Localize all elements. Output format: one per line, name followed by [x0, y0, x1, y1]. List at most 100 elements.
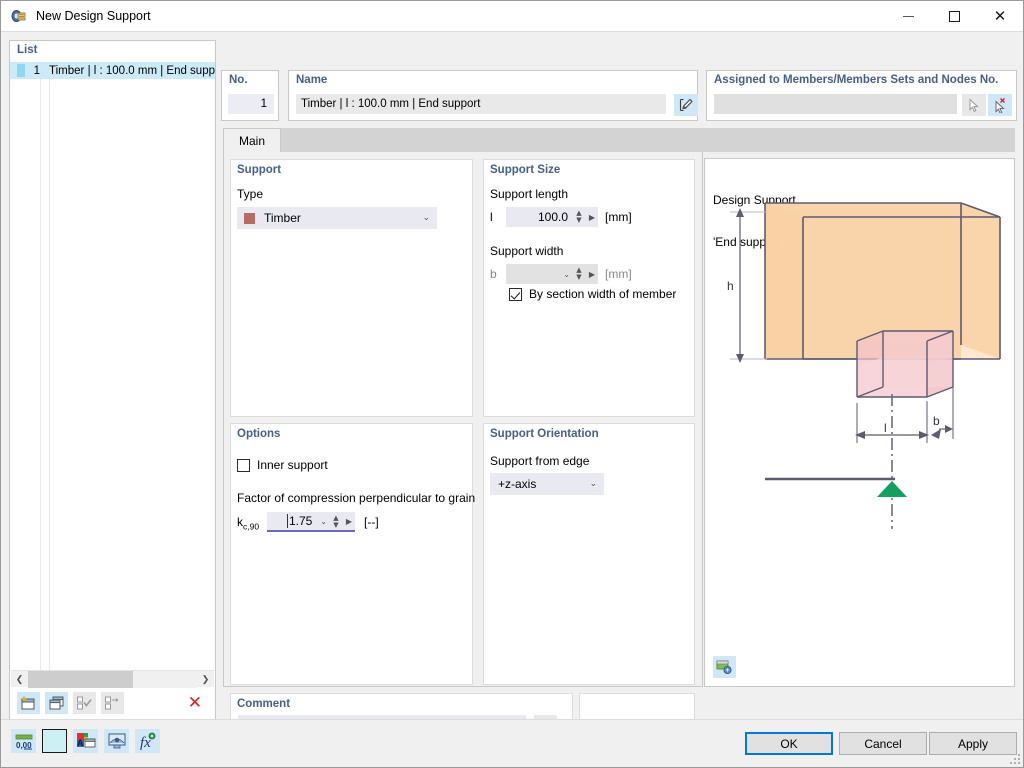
maximize-button[interactable] [931, 1, 977, 32]
window-title: New Design Support [36, 9, 151, 23]
options-caption: Options [237, 428, 281, 440]
spinner-icon[interactable]: ▲ ▼ [331, 514, 341, 530]
type-combobox[interactable]: Timber ⌄ [237, 207, 437, 229]
new-item-button[interactable] [17, 692, 40, 714]
chevron-down-icon: ⌄ [589, 479, 597, 489]
support-length-input[interactable]: 100.0 ▲ ▼ ▶ [506, 207, 598, 227]
chevron-down-icon: ⌄ [563, 269, 570, 279]
list-item-label: Timber | l : 100.0 mm | End supp [49, 64, 215, 77]
list-item-number: 1 [33, 64, 41, 77]
color-swatch-button[interactable] [42, 729, 67, 753]
support-length-unit: [mm] [605, 210, 632, 224]
name-input[interactable]: Timber | l : 100.0 mm | End support [296, 94, 666, 114]
support-length-label: Support length [490, 187, 569, 201]
apply-button[interactable]: Apply [929, 732, 1017, 755]
spinner-icon[interactable]: ▲ ▼ [574, 209, 584, 225]
scroll-left-icon[interactable]: ❮ [11, 670, 28, 688]
options-group: Options Inner support Factor of compress… [230, 423, 476, 685]
support-diagram: h l b [727, 202, 1001, 529]
list-toolbar: ✕ [10, 687, 215, 719]
b-label: b [933, 414, 940, 428]
support-size-caption: Support Size [490, 164, 561, 176]
tab-main[interactable]: Main [223, 128, 282, 152]
support-width-input: ⌄ ▲ ▼ ▶ [506, 264, 598, 284]
inner-support-label: Inner support [257, 458, 328, 472]
factor-value: 1.75 [287, 514, 313, 528]
h-label: h [727, 279, 734, 293]
scroll-right-icon[interactable]: ❯ [197, 670, 214, 688]
number-caption: No. [229, 74, 248, 86]
select-all-button [73, 692, 96, 714]
type-label: Type [237, 187, 264, 201]
by-section-width-label: By section width of member [529, 287, 677, 301]
inner-support-checkbox-row[interactable]: Inner support [237, 458, 328, 472]
by-section-width-checkbox-row[interactable]: By section width of member [509, 287, 676, 301]
support-length-symbol: l [490, 210, 493, 224]
minimize-button[interactable] [885, 1, 931, 32]
preview-panel: Design Support 'End support' h l b [704, 158, 1015, 687]
name-box: Name Timber | l : 100.0 mm | End support [288, 70, 698, 121]
l-label: l [884, 421, 887, 435]
list-body[interactable]: 1 Timber | l : 100.0 mm | End supp [10, 62, 215, 670]
ok-button[interactable]: OK [745, 732, 833, 755]
cancel-button[interactable]: Cancel [839, 732, 927, 755]
chevron-down-icon: ⌄ [422, 213, 430, 223]
inner-support-checkbox[interactable] [237, 458, 250, 472]
factor-symbol: kc,90 [237, 515, 260, 532]
name-caption: Name [296, 74, 328, 86]
support-width-unit: [mm] [605, 267, 632, 281]
support-orientation-caption: Support Orientation [490, 428, 599, 440]
bottom-toolbar: 0,00 A fx [11, 729, 160, 753]
resize-grip[interactable] [1010, 754, 1020, 764]
support-symbol [877, 481, 907, 497]
dialog-body: List 1 Timber | l : 100.0 mm | End supp … [1, 32, 1023, 767]
list-header: List [10, 41, 215, 62]
spinner-icon: ▲ ▼ [576, 266, 582, 281]
list-panel: List 1 Timber | l : 100.0 mm | End supp … [9, 40, 216, 720]
expand-arrow-icon: ▶ [588, 269, 595, 279]
dialog-window: New Design Support ✕ List 1 Timber | l :… [0, 0, 1024, 768]
bottom-bar: 0,00 A fx OK Cancel Apply [1, 719, 1023, 767]
app-icon [10, 7, 28, 25]
type-value: Timber [264, 211, 301, 225]
formula-button[interactable]: fx [135, 729, 160, 753]
deselect-button [101, 692, 124, 714]
expand-arrow-icon[interactable]: ▶ [346, 512, 352, 530]
clear-pick-button[interactable] [988, 94, 1012, 116]
svg-text:A: A [77, 738, 84, 748]
number-input[interactable]: 1 [228, 94, 274, 114]
factor-label: Factor of compression perpendicular to g… [237, 491, 476, 505]
preview-settings-button[interactable] [713, 656, 736, 678]
scrollbar-thumb[interactable] [28, 670, 133, 688]
title-bar: New Design Support ✕ [1, 1, 1023, 32]
rename-button[interactable]: A [73, 729, 98, 753]
assigned-box: Assigned to Members/Members Sets and Nod… [706, 70, 1017, 121]
expand-arrow-icon[interactable]: ▶ [589, 207, 595, 227]
decimal-places-button[interactable]: 0,00 [11, 729, 36, 753]
support-orientation-group: Support Orientation Support from edge +z… [483, 423, 695, 685]
chevron-down-icon[interactable]: ⌄ [320, 512, 327, 530]
close-button[interactable]: ✕ [977, 1, 1023, 32]
factor-unit: [--] [364, 515, 379, 529]
type-color-swatch [244, 212, 255, 224]
list-horizontal-scrollbar[interactable]: ❮ ❯ [11, 670, 214, 688]
comment-caption: Comment [237, 698, 291, 710]
number-box: No. 1 [221, 70, 279, 121]
support-group: Support Type Timber ⌄ [230, 159, 473, 417]
assigned-input[interactable] [714, 94, 957, 114]
support-from-edge-combobox[interactable]: +z-axis ⌄ [490, 473, 604, 495]
list-column-color [10, 62, 41, 670]
list-item[interactable]: 1 Timber | l : 100.0 mm | End supp [10, 62, 215, 79]
support-from-edge-value: +z-axis [498, 477, 537, 491]
by-section-width-checkbox[interactable] [509, 287, 522, 301]
copy-item-button[interactable] [45, 692, 68, 714]
factor-input[interactable]: 1.75 ⌄ ▲ ▼ ▶ [267, 512, 355, 532]
support-group-caption: Support [237, 164, 282, 176]
edit-name-button[interactable] [674, 94, 698, 116]
assigned-caption: Assigned to Members/Members Sets and Nod… [714, 74, 999, 86]
view-mode-button[interactable] [104, 729, 129, 753]
delete-item-button[interactable]: ✕ [188, 694, 202, 712]
support-size-group: Support Size Support length l 100.0 ▲ ▼ ▶… [483, 159, 695, 417]
scrollbar-track[interactable] [28, 670, 197, 688]
tab-strip: Main [223, 128, 1015, 152]
